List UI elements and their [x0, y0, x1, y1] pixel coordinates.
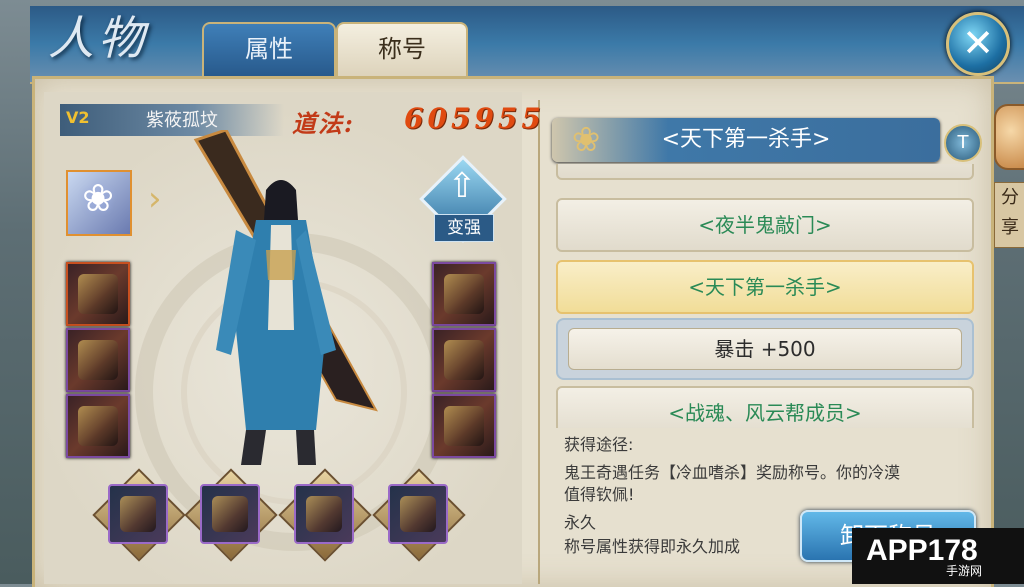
daofa-value: 605955	[404, 102, 545, 135]
weapon-icon	[78, 274, 118, 314]
tab-titles[interactable]: 称号	[336, 22, 468, 76]
ring-icon	[120, 496, 156, 532]
close-icon[interactable]: ✕	[946, 12, 1010, 76]
duration-text: 永久	[564, 513, 597, 532]
boots-slot[interactable]	[66, 394, 130, 458]
necklace-slot[interactable]	[200, 484, 260, 544]
boots-icon	[78, 406, 118, 446]
source-label: 获得途径:	[564, 435, 634, 454]
upgrade-label: 变强	[434, 214, 494, 242]
chevron-right-icon[interactable]: ›	[148, 182, 162, 216]
lotus-icon: ❀	[82, 176, 114, 220]
amulet-slot[interactable]	[388, 484, 448, 544]
helmet-slot[interactable]	[432, 262, 496, 326]
belt-icon	[444, 406, 484, 446]
helmet-icon	[444, 274, 484, 314]
title-row[interactable]: <夜半鬼敲门>	[556, 198, 974, 252]
character-figure	[193, 130, 378, 465]
title-detail-row: 暴击 +500	[556, 318, 974, 380]
watermark-sub: 手游网	[946, 564, 983, 578]
weapon-slot[interactable]	[66, 262, 130, 326]
necklace-icon	[212, 496, 248, 532]
gauntlet-icon	[78, 340, 118, 380]
tab-attributes[interactable]: 属性	[202, 22, 336, 76]
lotus-badge-icon: ❀	[571, 120, 601, 160]
title-row-selected[interactable]: <天下第一杀手>	[556, 260, 974, 314]
source-text-2: 值得钦佩!	[564, 485, 635, 504]
page-title: 人物	[48, 11, 148, 65]
pendant-slot[interactable]	[294, 484, 354, 544]
gauntlet-slot[interactable]	[66, 328, 130, 392]
vip-level: V2	[66, 108, 90, 127]
ring-slot[interactable]	[108, 484, 168, 544]
title-list[interactable]: <天下第一杀手> <夜半鬼敲门> <天下第一杀手> 暴击 +500 <战魂、风云…	[550, 164, 980, 428]
arrow-up-icon: ⇧	[447, 166, 477, 206]
panel-divider	[538, 100, 540, 584]
title-row[interactable]: <战魂、风云帮成员>	[556, 386, 974, 428]
belt-slot[interactable]	[432, 394, 496, 458]
share-label: 分享	[994, 182, 1024, 248]
source-text: 鬼王奇遇任务【冷血嗜杀】奖励称号。你的冷漠	[564, 463, 901, 482]
permanent-note: 称号属性获得即永久加成	[564, 537, 741, 556]
title-detail-text: 暴击 +500	[568, 328, 962, 370]
title-row[interactable]: <天下第一杀手>	[556, 164, 974, 180]
title-badge-icon[interactable]: T	[944, 124, 982, 162]
amulet-icon	[400, 496, 436, 532]
player-name: 紫莜孤坟	[146, 110, 218, 131]
armor-slot[interactable]	[432, 328, 496, 392]
armor-icon	[444, 340, 484, 380]
monkey-icon	[994, 104, 1024, 170]
pendant-icon	[306, 496, 342, 532]
